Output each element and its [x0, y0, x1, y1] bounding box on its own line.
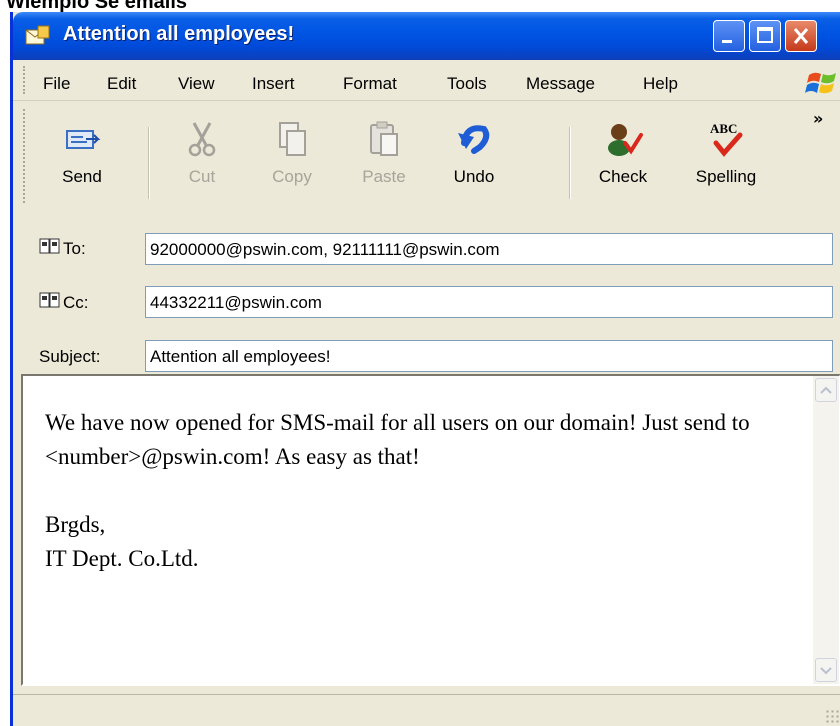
paste-label: Paste: [362, 167, 406, 186]
windows-logo-icon: [805, 72, 836, 94]
toolbar-overflow-chevron-icon[interactable]: »: [813, 109, 823, 128]
body-signature: IT Dept. Co.Ltd.: [45, 546, 199, 571]
close-icon: [793, 28, 809, 44]
copy-button[interactable]: Copy: [251, 101, 333, 209]
compose-window: Attention all employees! File Edit View …: [10, 12, 840, 726]
copy-icon: [279, 122, 306, 156]
vertical-scrollbar[interactable]: [813, 376, 839, 684]
toolbar: Send Cut Copy Paste Undo Check ABC Spell…: [13, 101, 840, 209]
send-label: Send: [62, 167, 102, 186]
window-title: Attention all employees!: [63, 23, 295, 45]
envelope-icon: [25, 25, 50, 45]
address-book-icon[interactable]: [39, 237, 61, 255]
menu-bar: File Edit View Insert Format Tools Messa…: [13, 60, 840, 101]
cut-button[interactable]: Cut: [163, 101, 241, 209]
status-bar: [13, 694, 840, 726]
scroll-down-button[interactable]: [815, 658, 837, 682]
menu-message[interactable]: Message: [526, 74, 595, 94]
paste-button[interactable]: Paste: [343, 101, 425, 209]
menu-tools[interactable]: Tools: [447, 74, 487, 94]
scissors-icon: [188, 122, 216, 157]
scroll-down-icon: [820, 667, 832, 675]
title-bar[interactable]: Attention all employees!: [13, 12, 840, 60]
to-field[interactable]: 92000000@pswin.com, 92111111@pswin.com: [145, 233, 833, 265]
cut-label: Cut: [188, 167, 216, 186]
minimize-icon: [722, 40, 732, 43]
menu-view[interactable]: View: [178, 74, 215, 94]
check-names-button[interactable]: Check: [583, 101, 663, 209]
address-book-icon[interactable]: [39, 291, 61, 309]
menu-grip[interactable]: [23, 66, 28, 94]
scroll-up-button[interactable]: [815, 378, 837, 402]
close-button[interactable]: [785, 20, 817, 52]
toolbar-grip[interactable]: [23, 109, 28, 203]
spelling-button[interactable]: ABC Spelling: [679, 101, 773, 209]
check-label: Check: [598, 167, 648, 186]
subject-label: Subject:: [39, 347, 101, 366]
body-signoff: Brgds,: [45, 512, 106, 537]
menu-file[interactable]: File: [43, 74, 70, 94]
send-button[interactable]: Send: [41, 101, 123, 209]
toolbar-separator: [569, 127, 571, 199]
to-label[interactable]: To:: [63, 239, 86, 259]
message-body[interactable]: We have now opened for SMS-mail for all …: [21, 374, 840, 686]
message-text[interactable]: We have now opened for SMS-mail for all …: [45, 406, 785, 576]
spelling-icon-text: ABC: [710, 121, 737, 136]
maximize-icon: [757, 27, 773, 43]
check-names-icon: [608, 124, 643, 156]
undo-label: Undo: [453, 167, 495, 186]
cc-field[interactable]: 44332211@pswin.com: [145, 286, 833, 318]
menu-edit[interactable]: Edit: [107, 74, 136, 94]
undo-icon: [458, 125, 490, 154]
toolbar-separator: [148, 127, 150, 199]
copy-label: Copy: [272, 167, 312, 186]
paste-icon: [370, 121, 398, 156]
scroll-up-icon: [820, 386, 832, 394]
address-fields: To: 92000000@pswin.com, 92111111@pswin.c…: [13, 209, 840, 372]
spelling-label: Spelling: [695, 167, 757, 186]
body-paragraph: We have now opened for SMS-mail for all …: [45, 410, 750, 469]
undo-button[interactable]: Undo: [433, 101, 515, 209]
spelling-icon: ABC: [710, 121, 743, 157]
menu-help[interactable]: Help: [643, 74, 678, 94]
minimize-button[interactable]: [713, 20, 745, 52]
maximize-button[interactable]: [749, 20, 781, 52]
resize-grip[interactable]: [825, 709, 839, 723]
menu-format[interactable]: Format: [343, 74, 397, 94]
send-icon: [66, 130, 101, 149]
menu-insert[interactable]: Insert: [252, 74, 295, 94]
cc-label[interactable]: Cc:: [63, 293, 89, 313]
subject-field[interactable]: Attention all employees!: [145, 340, 833, 372]
